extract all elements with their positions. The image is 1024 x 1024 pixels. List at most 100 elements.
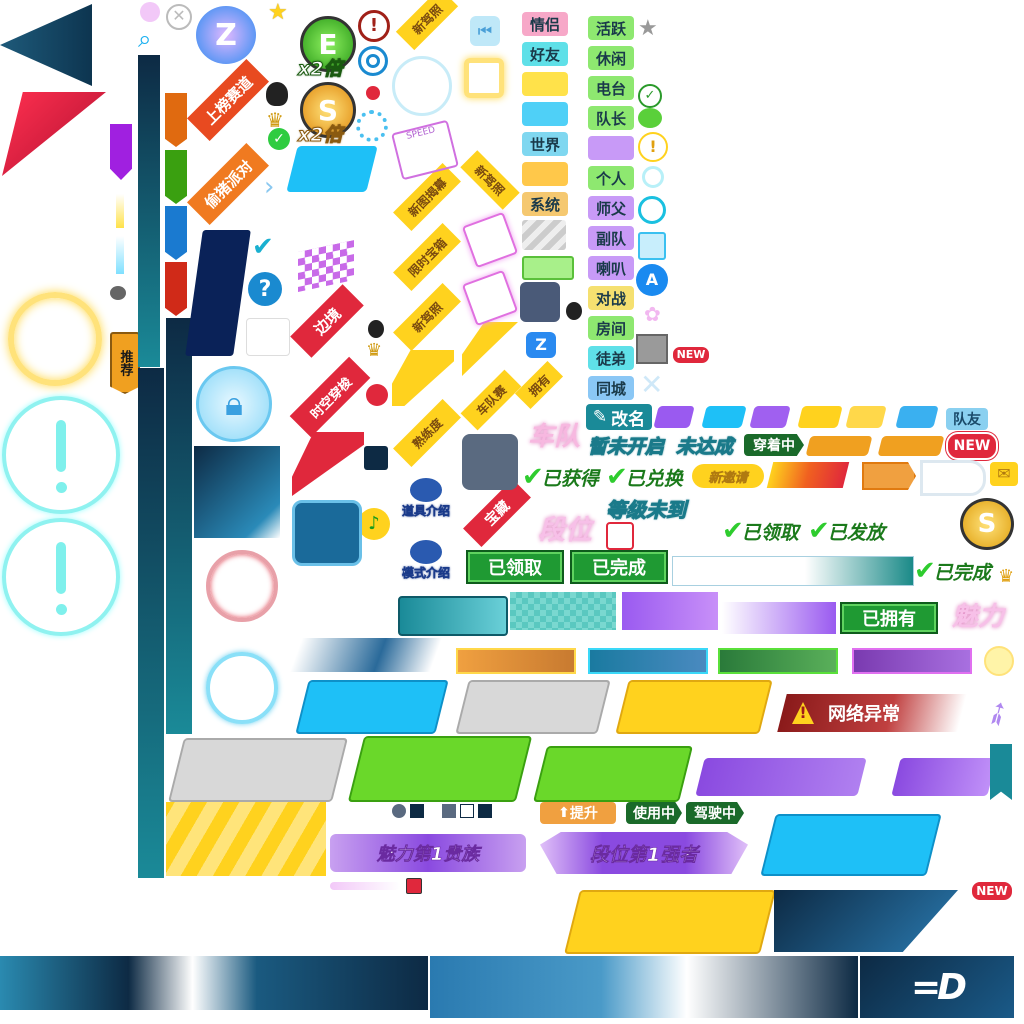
exclamation-icon: ! — [638, 132, 668, 162]
charm-text: 魅力 — [952, 602, 1005, 632]
ribbon-top-rank-text: 上榜赛道 — [200, 72, 256, 128]
check-icon: ✔ — [722, 516, 744, 546]
mail-icon[interactable]: ✉ — [990, 462, 1018, 486]
skip-back-icon[interactable]: ⏮ — [470, 16, 500, 46]
channel-chip-right[interactable]: 对战 — [588, 286, 634, 310]
channel-chip-right[interactable]: 同城 — [588, 376, 634, 400]
channel-chip-left[interactable]: 好友 — [522, 42, 568, 66]
color-swatches — [392, 802, 496, 820]
grey-box-icon — [636, 334, 668, 364]
pink-slider — [330, 882, 400, 890]
claimed-button[interactable]: 已领取 — [466, 550, 564, 584]
check-icon: ✔ — [808, 516, 830, 546]
purple-stripe-tag — [653, 406, 695, 428]
ribbon-new-photo-2-text: 新驾照 — [409, 299, 446, 336]
z-small-icon: Z — [526, 332, 556, 358]
tall-panel-bar-1 — [138, 55, 160, 367]
green-card-2 — [533, 746, 693, 802]
blue-ring — [206, 652, 278, 724]
teammate-tag: 队友 — [946, 408, 988, 430]
ribbon-new-photo-1-text: 新驾照 — [409, 1, 446, 38]
teal-checker-card — [510, 592, 616, 630]
close-icon[interactable]: ✕ — [166, 4, 192, 30]
owned-button[interactable]: 已拥有 — [840, 602, 938, 634]
question-icon[interactable]: ? — [248, 272, 282, 306]
channel-chip-right[interactable]: 师父 — [588, 196, 634, 220]
orange-arrow-button[interactable] — [862, 462, 916, 490]
channel-chip-left[interactable] — [522, 72, 568, 96]
app-store-icon[interactable]: A — [636, 264, 668, 296]
channel-chip-right[interactable]: 副队 — [588, 226, 634, 250]
slider-knob[interactable] — [110, 286, 126, 300]
swatch-slate — [392, 804, 406, 818]
channel-chip-right[interactable]: 活跃 — [588, 16, 634, 40]
channel-chip-left[interactable] — [522, 102, 568, 126]
d-logo-faded — [920, 460, 986, 496]
red-corner-1 — [292, 432, 364, 496]
white-square — [246, 318, 290, 356]
exclamation-dot — [56, 604, 67, 615]
chevron-right-icon[interactable]: › — [264, 172, 274, 202]
green-check-icon: ✓ — [268, 128, 290, 150]
search-icon[interactable]: ⌕ — [138, 26, 166, 52]
fire-gradient-bar — [766, 462, 850, 488]
yellow-chevron-panel — [166, 802, 326, 876]
mode-intro-button[interactable]: 模式介绍 — [396, 540, 456, 584]
purple-stripe-tag-2 — [749, 406, 791, 428]
qq-penguin-icon — [266, 82, 288, 106]
channel-chip-right[interactable]: 休闲 — [588, 46, 634, 70]
exclamation-dot — [56, 482, 67, 493]
channel-chip-right[interactable]: 个人 — [588, 166, 634, 190]
red-dot — [366, 384, 388, 406]
yellow-dot — [984, 646, 1014, 676]
tab-blue[interactable] — [165, 206, 187, 260]
ribbon-proficiency-text: 熟练度 — [409, 415, 446, 452]
purple-card-1 — [695, 758, 867, 796]
channel-chip-left[interactable]: 情侣 — [522, 12, 568, 36]
slate-square — [462, 434, 518, 490]
heart-icon: ✿ — [644, 302, 661, 326]
music-icon[interactable]: ♪ — [358, 508, 390, 540]
channel-chip-left[interactable]: 系统 — [522, 192, 568, 216]
rename-button[interactable]: ✎ 改名 — [586, 404, 652, 430]
channel-chip-right[interactable]: 徒弟 — [588, 346, 634, 370]
d-logo-icon: =D — [860, 956, 1014, 1018]
completed-button[interactable]: 已完成 — [570, 550, 668, 584]
network-error-text: 网络异常 — [828, 704, 900, 725]
channel-chip-left[interactable] — [522, 162, 568, 186]
completed-label: ✔ 已完成 — [914, 556, 991, 586]
channel-chip-right[interactable] — [588, 136, 634, 160]
yellow-stripe-tag-2 — [845, 406, 887, 428]
cyan-gradient-bar — [116, 236, 124, 274]
tall-panel-bar-2 — [138, 368, 164, 878]
ribbon-carteam: 车队赛 — [460, 369, 522, 431]
channel-chip-right[interactable]: 房间 — [588, 316, 634, 340]
claimed-text: 已领取 — [741, 521, 799, 544]
red-slider-knob[interactable] — [406, 878, 422, 894]
channel-chip-right[interactable]: 喇叭 — [588, 256, 634, 280]
ribbon-new-photo-1: 新驾照 — [395, 0, 459, 51]
tab-red[interactable] — [165, 262, 187, 316]
swatch-navy2 — [478, 804, 492, 818]
exclamation-icon — [56, 420, 66, 472]
tab-green[interactable] — [165, 150, 187, 204]
glow-square — [464, 58, 504, 98]
mode-intro-label: 模式介绍 — [401, 566, 451, 581]
channel-chip-right[interactable]: 队长 — [588, 106, 634, 130]
back-arrow-shape[interactable] — [0, 4, 92, 86]
glow-ring-yellow — [8, 292, 102, 386]
tab-orange[interactable] — [165, 93, 187, 147]
recommend-text: 推荐 — [117, 350, 133, 376]
orange-stripe-2 — [877, 436, 945, 456]
channel-chip-right[interactable]: 电台 — [588, 76, 634, 100]
blue-parallelogram — [286, 146, 378, 192]
tall-panel-bar-3 — [166, 318, 192, 734]
channel-chip-left[interactable]: 世界 — [522, 132, 568, 156]
props-intro-button[interactable]: 道具介绍 — [396, 478, 456, 522]
issued-text: 已发放 — [827, 521, 885, 544]
gift-icon — [638, 232, 666, 260]
feather-icon: ➶ — [976, 689, 1019, 737]
ribbon-own: 拥有 — [514, 360, 564, 410]
ribbon-own-text: 拥有 — [525, 371, 553, 399]
yellow-card-1 — [615, 680, 773, 734]
